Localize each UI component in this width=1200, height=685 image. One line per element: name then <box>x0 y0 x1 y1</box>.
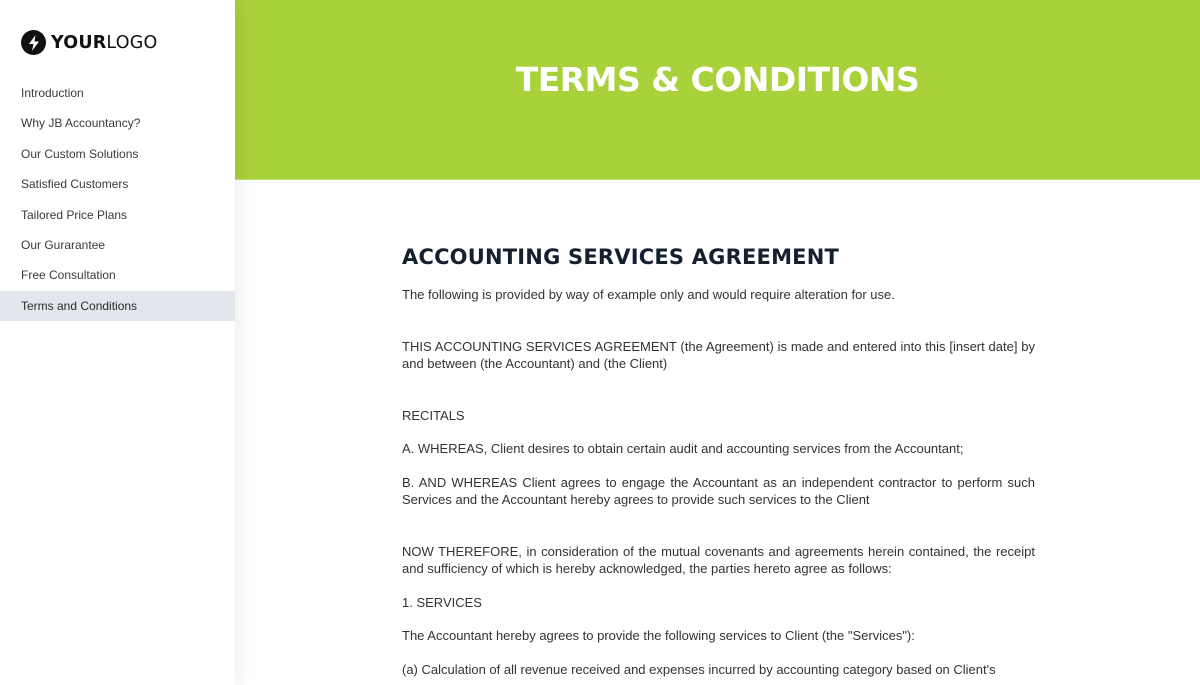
now-therefore-clause: NOW THEREFORE, in consideration of the m… <box>402 543 1035 577</box>
lightning-bolt-icon <box>21 30 46 55</box>
hero-banner: TERMS & CONDITIONS <box>235 0 1200 180</box>
services-intro: The Accountant hereby agrees to provide … <box>402 628 915 643</box>
logo-text-bold: YOUR <box>51 32 107 53</box>
disclaimer-note: The following is provided by way of exam… <box>402 287 895 302</box>
sidebar-item-satisfied-customers[interactable]: Satisfied Customers <box>0 169 235 199</box>
sidebar-item-our-custom-solutions[interactable]: Our Custom Solutions <box>0 139 235 169</box>
agreement-intro: THIS ACCOUNTING SERVICES AGREEMENT (the … <box>402 338 1035 372</box>
sidebar-item-terms-and-conditions[interactable]: Terms and Conditions <box>0 290 235 322</box>
logo[interactable]: YOURLOGO <box>21 30 157 55</box>
recital-b: B. AND WHEREAS Client agrees to engage t… <box>402 474 1035 508</box>
recital-a: A. WHEREAS, Client desires to obtain cer… <box>402 441 964 456</box>
recitals-heading: RECITALS <box>402 407 465 423</box>
sidebar-item-our-guarantee[interactable]: Our Gurarantee <box>0 230 235 260</box>
logo-text: YOURLOGO <box>51 33 157 53</box>
section-1-heading: 1. SERVICES <box>402 594 482 610</box>
logo-text-light: LOGO <box>106 32 158 53</box>
sidebar-item-free-consultation[interactable]: Free Consultation <box>0 260 235 290</box>
sidebar-item-tailored-price-plans[interactable]: Tailored Price Plans <box>0 200 235 230</box>
sidebar-nav: Introduction Why JB Accountancy? Our Cus… <box>0 78 235 322</box>
sidebar: YOURLOGO Introduction Why JB Accountancy… <box>0 0 235 685</box>
sidebar-item-introduction[interactable]: Introduction <box>0 78 235 108</box>
document-title: ACCOUNTING SERVICES AGREEMENT <box>402 245 840 269</box>
sidebar-item-why-jb-accountancy[interactable]: Why JB Accountancy? <box>0 108 235 138</box>
page-title: TERMS & CONDITIONS <box>515 60 920 99</box>
document-content: ACCOUNTING SERVICES AGREEMENT The follow… <box>402 242 1035 678</box>
service-item-a: (a) Calculation of all revenue received … <box>402 661 996 677</box>
